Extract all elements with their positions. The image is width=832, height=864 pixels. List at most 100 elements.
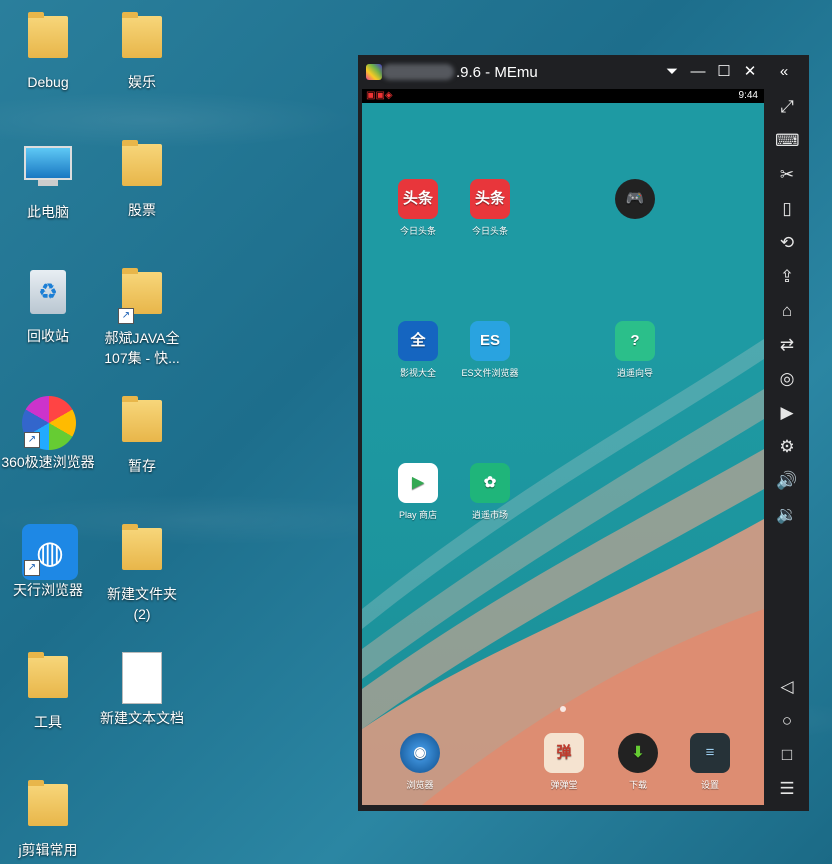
memu-window: .9.6 - MEmu ⏷ — ☐ ✕ « ▣▣◈ 9:44 头条 今日头条 头…: [358, 55, 809, 811]
app-label: 下载: [628, 780, 647, 790]
apk-icon[interactable]: ⇪: [775, 265, 799, 289]
settings-icon[interactable]: ⚙: [775, 435, 799, 459]
desktop-icon-debug[interactable]: Debug: [0, 12, 96, 92]
play-store-icon: ▶: [398, 463, 438, 503]
app-toutiao-2[interactable]: 头条 今日头条: [454, 179, 526, 237]
broom-icon[interactable]: ⌂: [775, 299, 799, 323]
volume-down-icon[interactable]: 🔉: [775, 503, 799, 527]
download-icon: ⬇: [618, 733, 658, 773]
expand-icon[interactable]: ⤢: [775, 95, 799, 119]
qq-penguin-icon: [116, 12, 168, 68]
desktop-icon-360-browser[interactable]: ↗ 360极速浏览器: [0, 396, 96, 472]
record-icon[interactable]: ▶: [775, 401, 799, 425]
gamepad-icon: 🎮: [615, 179, 655, 219]
desktop-icon-this-pc[interactable]: 此电脑: [0, 140, 96, 222]
app-label: 今日头条: [399, 226, 436, 236]
app-label: 逍遥向导: [616, 368, 653, 378]
desktop-icon-tianxing-browser[interactable]: ◍ ↗ 天行浏览器: [0, 524, 96, 600]
desktop-icon-recycle-bin[interactable]: ♻ 回收站: [0, 268, 96, 346]
app-label: 影视大全: [399, 368, 436, 378]
menu-icon[interactable]: ☰: [775, 777, 799, 801]
shortcut-arrow-icon: ↗: [118, 308, 134, 324]
dock-ddtang[interactable]: 弹 弹弹堂: [528, 733, 600, 791]
android-screen[interactable]: ▣▣◈ 9:44 头条 今日头条 头条 今日头条 🎮 全 影视大全 ES ES文…: [362, 89, 764, 805]
rotate-icon[interactable]: ⟲: [775, 231, 799, 255]
folder-icon: [22, 780, 74, 836]
market-flower-icon: ✿: [470, 463, 510, 503]
desktop-icon-label: 此电脑: [27, 204, 69, 220]
toutiao-icon: 头条: [398, 179, 438, 219]
desktop-icon-editing[interactable]: j剪辑常用: [0, 780, 96, 860]
game-ddtang-icon: 弹: [544, 733, 584, 773]
app-label: 浏览器: [406, 780, 434, 790]
status-time: 9:44: [738, 90, 758, 101]
folder-icon: [116, 140, 168, 196]
desktop-icon-new-text-doc[interactable]: 新建文本文档: [94, 652, 190, 728]
globe-lock-icon: ◍ ↗: [22, 524, 78, 580]
computer-icon: [22, 146, 74, 198]
close-icon[interactable]: ✕: [740, 62, 760, 82]
app-label: 今日头条: [471, 226, 508, 236]
memu-logo-icon: [366, 64, 382, 80]
desktop-icon-label: 暂存: [128, 458, 156, 474]
app-game-controller[interactable]: 🎮: [599, 179, 671, 225]
desktop-icon-label: 天行浏览器: [13, 582, 83, 598]
collapse-sidebar-icon[interactable]: «: [774, 62, 794, 82]
keyboard-icon[interactable]: ⌨: [775, 129, 800, 153]
minimize-icon[interactable]: —: [688, 62, 708, 82]
page-indicator: [560, 706, 566, 712]
shake-icon[interactable]: ▯: [775, 197, 799, 221]
window-title: .9.6 - MEmu: [456, 64, 538, 81]
app-es-file-explorer[interactable]: ES ES文件浏览器: [454, 321, 526, 379]
mouse-icon[interactable]: ◎: [775, 367, 799, 391]
desktop-icon-label: Debug: [27, 74, 69, 90]
folder-icon: [116, 524, 168, 580]
app-memu-guide[interactable]: ? 逍遥向导: [599, 321, 671, 379]
dock-download[interactable]: ⬇ 下载: [602, 733, 674, 791]
maximize-icon[interactable]: ☐: [714, 62, 734, 82]
desktop-icon-yule[interactable]: 娱乐: [94, 12, 190, 92]
redacted-title: [382, 64, 454, 80]
folder-icon: [116, 396, 168, 452]
share-icon[interactable]: ⇄: [775, 333, 799, 357]
folder-icon: [22, 12, 74, 68]
desktop-icon-label: 360极速浏览器: [1, 454, 95, 470]
360-browser-icon: ↗: [22, 396, 76, 450]
app-label: Play 商店: [398, 510, 437, 520]
desktop-icon-java-course[interactable]: ↗ 郝斌JAVA全107集 - 快...: [94, 268, 190, 368]
app-play-store[interactable]: ▶ Play 商店: [382, 463, 454, 521]
desktop-icon-stocks[interactable]: 股票: [94, 140, 190, 220]
scissors-icon[interactable]: ✂: [775, 163, 799, 187]
desktop-icon-label: 新建文本文档: [100, 710, 184, 726]
desktop-icon-temp[interactable]: 暂存: [94, 396, 190, 476]
window-titlebar[interactable]: .9.6 - MEmu ⏷ — ☐ ✕ «: [358, 55, 809, 89]
toutiao-icon: 头条: [470, 179, 510, 219]
app-yingshi[interactable]: 全 影视大全: [382, 321, 454, 379]
notification-icons: ▣▣◈: [366, 90, 393, 101]
desktop-icon-label: 郝斌JAVA全107集 - 快...: [104, 330, 180, 366]
home-icon[interactable]: ○: [775, 709, 799, 733]
dock-settings[interactable]: ≡ 设置: [674, 733, 746, 791]
app-label: 弹弹堂: [550, 780, 578, 790]
desktop-icon-label: 娱乐: [128, 74, 156, 90]
desktop-icon-tools[interactable]: 工具: [0, 652, 96, 732]
dock-browser[interactable]: ◉ 浏览器: [384, 733, 456, 791]
yingshi-icon: 全: [398, 321, 438, 361]
dropdown-icon[interactable]: ⏷: [662, 62, 682, 82]
volume-up-icon[interactable]: 🔊: [775, 469, 799, 493]
desktop-icon-label: j剪辑常用: [18, 842, 78, 858]
back-icon[interactable]: ◁: [775, 675, 799, 699]
app-memu-market[interactable]: ✿ 逍遥市场: [454, 463, 526, 521]
folder-icon: ↗: [116, 268, 168, 324]
desktop-icon-label: 新建文件夹 (2): [107, 586, 177, 622]
recents-icon[interactable]: □: [775, 743, 799, 767]
app-toutiao-1[interactable]: 头条 今日头条: [382, 179, 454, 237]
folder-icon: [22, 652, 74, 708]
shortcut-arrow-icon: ↗: [24, 432, 40, 448]
shortcut-arrow-icon: ↗: [24, 560, 40, 576]
emulator-toolbar: ⤢ ⌨ ✂ ▯ ⟲ ⇪ ⌂ ⇄ ◎ ▶ ⚙ 🔊 🔉 ◁ ○ □ ☰: [766, 89, 809, 805]
desktop-icon-label: 股票: [128, 202, 156, 218]
text-document-icon: [116, 652, 168, 704]
desktop-icon-new-folder-2[interactable]: 新建文件夹 (2): [94, 524, 190, 624]
desktop-icon-label: 工具: [34, 714, 62, 730]
